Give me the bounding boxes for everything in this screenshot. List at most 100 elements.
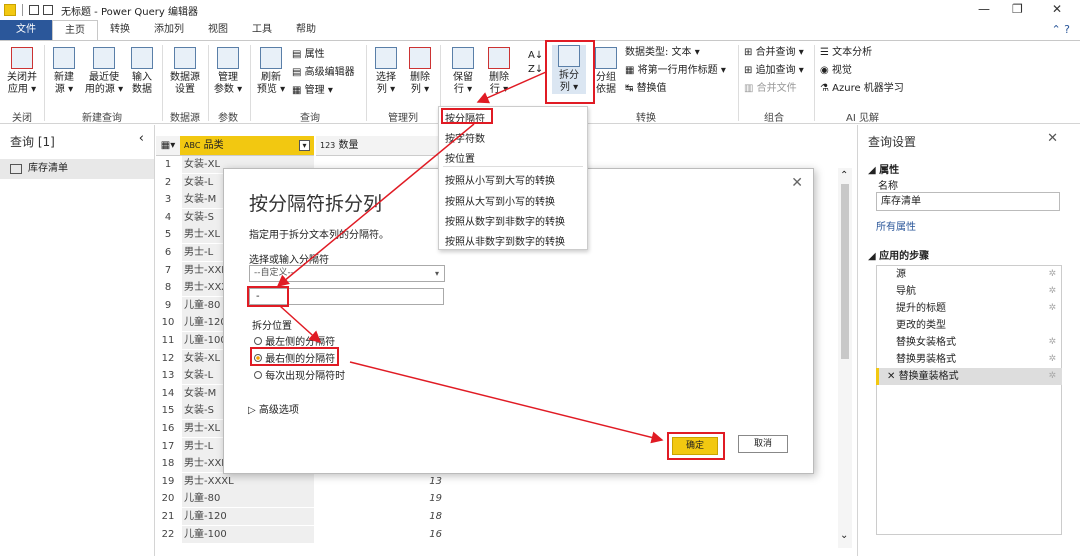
menu-item-upper-to-lower[interactable]: 按照从大写到小写的转换 xyxy=(445,193,555,208)
merge-queries-button[interactable]: ⊞ 合并查询 ▾ xyxy=(744,47,804,59)
quantity-cell[interactable]: 16 xyxy=(316,526,446,544)
category-cell[interactable]: 儿童-100 xyxy=(182,525,314,543)
tab-help[interactable]: 帮助 xyxy=(284,20,328,40)
dialog-title: 按分隔符拆分列 xyxy=(249,193,383,215)
datatype-dropdown[interactable]: 数据类型: 文本 ▾ xyxy=(625,47,700,59)
combine-files-button[interactable]: ▥ 合并文件 xyxy=(744,83,797,95)
table-row[interactable]: 19 男士-XXXL 13 xyxy=(156,472,452,491)
restore-icon[interactable]: ❐ xyxy=(1012,2,1023,16)
tab-tools[interactable]: 工具 xyxy=(240,20,284,40)
query-item-inventory[interactable]: 库存清单 xyxy=(0,159,154,179)
group-by-button[interactable]: 分组 依据 xyxy=(592,47,620,96)
menu-item-by-position[interactable]: 按位置 xyxy=(445,150,475,165)
text-analytics-button[interactable]: ☰ 文本分析 xyxy=(820,47,872,59)
column-header-category[interactable]: ABC 品类 ▾ xyxy=(180,136,314,156)
row-number: 11 xyxy=(161,335,175,346)
name-label: 名称 xyxy=(878,181,898,192)
save-icon[interactable] xyxy=(29,5,39,15)
applied-steps-section[interactable]: ◢ 应用的步骤 xyxy=(868,247,929,262)
row-number: 13 xyxy=(161,370,175,382)
tab-file[interactable]: 文件 xyxy=(0,20,52,40)
recent-sources-button[interactable]: 最近使 用的源 ▾ xyxy=(84,47,124,96)
sort-icons[interactable]: A↓ Z↓ xyxy=(528,49,543,77)
vertical-scrollbar[interactable]: ⌃ ⌄ xyxy=(838,168,852,548)
properties-button[interactable]: ▤ 属性 xyxy=(292,49,325,61)
data-source-settings-button[interactable]: 数据源 设置 xyxy=(166,47,204,96)
step-changed-type[interactable]: 更改的类型 xyxy=(876,317,1062,334)
category-cell[interactable]: 男士-XXXL xyxy=(182,472,314,490)
advanced-editor-button[interactable]: ▤ 高级编辑器 xyxy=(292,67,355,79)
menu-item-nondigit-to-digit[interactable]: 按照从非数字到数字的转换 xyxy=(445,233,565,248)
tab-add-column[interactable]: 添加列 xyxy=(142,20,196,40)
table-corner-icon[interactable]: ▦▾ xyxy=(156,136,180,156)
category-cell[interactable]: 儿童-120 xyxy=(182,508,314,525)
refresh-preview-button[interactable]: 刷新 预览 ▾ xyxy=(256,47,286,96)
dialog-close-icon[interactable]: ✕ xyxy=(791,175,803,191)
new-source-button[interactable]: 新建 源 ▾ xyxy=(50,47,78,96)
properties-section[interactable]: ◢ 属性 xyxy=(868,161,899,176)
manage-params-button[interactable]: 管理 参数 ▾ xyxy=(212,47,244,96)
choose-columns-button[interactable]: 选择 列 ▾ xyxy=(372,47,400,96)
queries-pane: 查询 [1] ‹ 库存清单 xyxy=(0,125,155,556)
radio-leftmost[interactable]: 最左侧的分隔符 xyxy=(254,333,335,348)
radio-each-occurrence[interactable]: 每次出现分隔符时 xyxy=(254,367,345,382)
row-number: 12 xyxy=(161,352,175,364)
replace-values-button[interactable]: ↹ 替换值 xyxy=(625,83,667,95)
azure-ml-button[interactable]: ⚗ Azure 机器学习 xyxy=(820,83,904,95)
menu-item-lower-to-upper[interactable]: 按照从小写到大写的转换 xyxy=(445,172,555,187)
first-row-header-button[interactable]: ▦ 将第一行用作标题 ▾ xyxy=(625,65,726,77)
row-number: 6 xyxy=(164,247,172,258)
dialog-description: 指定用于拆分文本列的分隔符。 xyxy=(249,230,389,241)
scroll-up-icon[interactable]: ⌃ xyxy=(840,170,848,181)
close-apply-button[interactable]: 关闭并 应用 ▾ xyxy=(4,47,40,96)
manage-button[interactable]: ▦ 管理 ▾ xyxy=(292,85,333,97)
collapse-ribbon-icon[interactable]: ⌃ ? xyxy=(1051,23,1070,36)
group-by-icon xyxy=(595,47,617,69)
step-navigation[interactable]: 导航 ✲ xyxy=(876,283,1062,300)
remove-rows-button[interactable]: 删除 行 ▾ xyxy=(484,47,514,96)
step-replace-kids[interactable]: ✕ 替换童装格式 ✲ xyxy=(876,368,1062,385)
tab-transform[interactable]: 转换 xyxy=(98,20,142,40)
append-queries-button[interactable]: ⊞ 追加查询 ▾ xyxy=(744,65,804,77)
table-row[interactable]: 21 儿童-120 18 xyxy=(156,508,452,526)
menu-item-digit-to-nondigit[interactable]: 按照从数字到非数字的转换 xyxy=(445,213,565,228)
scroll-thumb[interactable] xyxy=(841,184,849,359)
delete-step-icon[interactable]: ✕ xyxy=(887,371,895,382)
menu-item-by-chars[interactable]: 按字符数 xyxy=(445,130,485,145)
collapse-pane-icon[interactable]: ‹ xyxy=(139,131,144,146)
group-label-manage-cols: 管理列 xyxy=(388,113,418,124)
category-cell[interactable]: 儿童-80 xyxy=(182,490,314,508)
tab-home[interactable]: 主页 xyxy=(52,20,98,40)
undo-icon[interactable] xyxy=(43,5,53,15)
quantity-cell[interactable]: 18 xyxy=(316,508,446,526)
query-name-input[interactable]: 库存清单 xyxy=(876,192,1060,211)
column-header-quantity[interactable]: 123 数量 xyxy=(316,136,452,156)
filter-dropdown-icon[interactable]: ▾ xyxy=(299,140,310,151)
quantity-cell[interactable]: 13 xyxy=(316,473,446,491)
all-properties-link[interactable]: 所有属性 xyxy=(876,218,916,233)
step-replace-men[interactable]: 替换男装格式 ✲ xyxy=(876,351,1062,368)
close-pane-icon[interactable]: ✕ xyxy=(1047,131,1058,146)
step-replace-women[interactable]: 替换女装格式 ✲ xyxy=(876,334,1062,351)
remove-columns-button[interactable]: 删除 列 ▾ xyxy=(406,47,434,96)
vision-button[interactable]: ◉ 视觉 xyxy=(820,65,852,77)
quantity-cell[interactable]: 19 xyxy=(316,490,446,508)
minimize-icon[interactable]: — xyxy=(978,2,990,16)
remove-columns-icon xyxy=(409,47,431,69)
row-number: 2 xyxy=(164,176,172,188)
step-promoted-headers[interactable]: 提升的标题 ✲ xyxy=(876,300,1062,317)
table-row[interactable]: 20 儿童-80 19 xyxy=(156,490,452,508)
chevron-down-icon: ▾ xyxy=(434,269,439,278)
group-label-combine: 组合 xyxy=(764,113,784,124)
table-row[interactable]: 22 儿童-100 16 xyxy=(156,525,452,544)
close-window-icon[interactable]: ✕ xyxy=(1052,2,1062,16)
scroll-down-icon[interactable]: ⌄ xyxy=(840,530,848,541)
delimiter-select[interactable]: --自定义-- ▾ xyxy=(249,265,445,282)
delimiter-label: 选择或输入分隔符 xyxy=(249,255,329,266)
step-source[interactable]: 源 ✲ xyxy=(876,266,1062,283)
keep-rows-button[interactable]: 保留 行 ▾ xyxy=(448,47,478,96)
cancel-button[interactable]: 取消 xyxy=(738,435,788,453)
tab-view[interactable]: 视图 xyxy=(196,20,240,40)
enter-data-button[interactable]: 输入 数据 xyxy=(128,47,156,96)
advanced-options-toggle[interactable]: ▷ 高级选项 xyxy=(248,401,299,416)
